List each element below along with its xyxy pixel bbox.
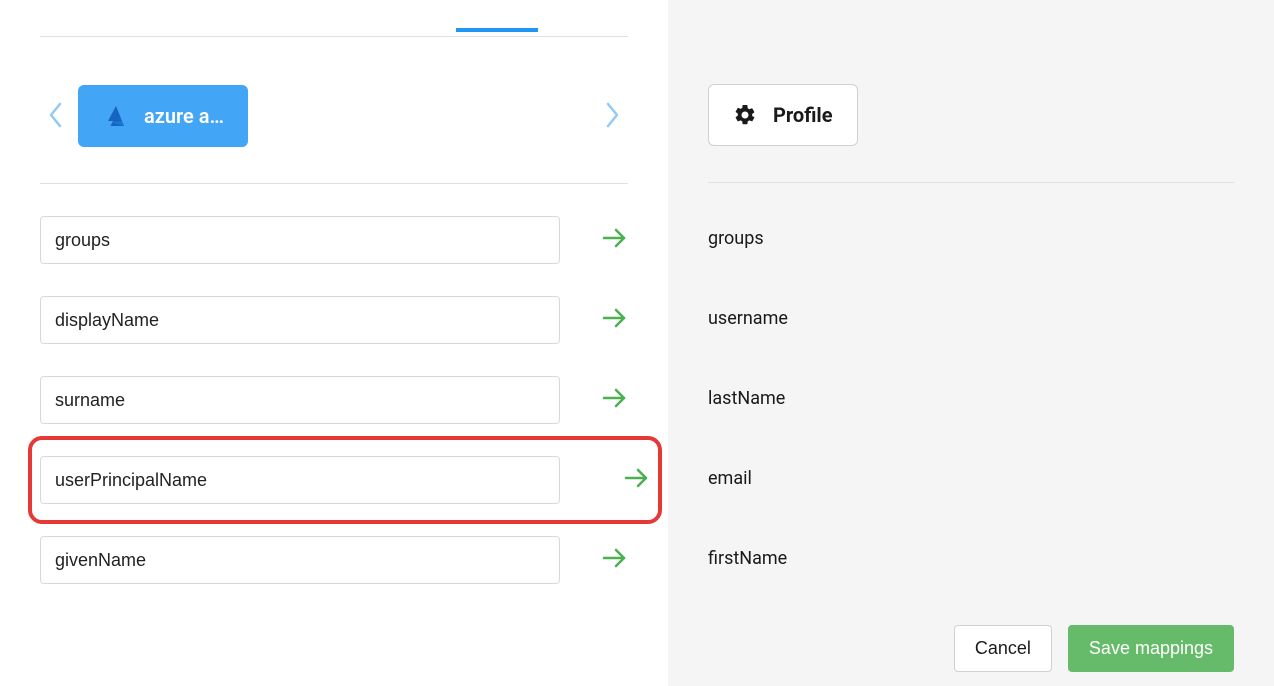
- target-field-label: username: [708, 295, 788, 343]
- target-field-row: firstName: [708, 535, 1234, 583]
- target-field-label: firstName: [708, 535, 787, 583]
- mapping-row: [40, 296, 628, 344]
- arrow-right-icon: [602, 307, 628, 333]
- mapping-row-highlighted: [32, 440, 658, 520]
- target-label: Profile: [773, 103, 833, 127]
- source-chip[interactable]: azure a…: [78, 85, 248, 147]
- chevron-right-icon: [606, 116, 620, 131]
- source-field-input[interactable]: [40, 456, 560, 504]
- source-field-input[interactable]: [40, 216, 560, 264]
- source-field-input[interactable]: [40, 296, 560, 344]
- save-mappings-button[interactable]: Save mappings: [1068, 625, 1234, 672]
- source-field-input[interactable]: [40, 536, 560, 584]
- azure-icon: [102, 103, 128, 129]
- prev-source-button[interactable]: [40, 94, 70, 139]
- source-fields-list: [40, 184, 628, 584]
- source-field-input[interactable]: [40, 376, 560, 424]
- arrow-right-icon: [602, 547, 628, 573]
- source-header-row: azure a…: [40, 37, 628, 184]
- source-label: azure a…: [144, 104, 224, 128]
- mapping-row: [40, 376, 628, 424]
- target-field-row: username: [708, 295, 1234, 343]
- arrow-right-icon: [624, 467, 650, 493]
- target-field-row: email: [708, 455, 1234, 503]
- arrow-right-icon: [602, 387, 628, 413]
- mapping-row: [40, 536, 628, 584]
- target-header-row: Profile: [708, 36, 1234, 183]
- target-panel: Profile groups username lastName email f…: [668, 0, 1274, 686]
- target-field-row: groups: [708, 215, 1234, 263]
- next-source-button[interactable]: [598, 94, 628, 139]
- target-field-row: lastName: [708, 375, 1234, 423]
- chevron-left-icon: [48, 116, 62, 131]
- cancel-button[interactable]: Cancel: [954, 625, 1052, 672]
- target-field-label: lastName: [708, 375, 785, 423]
- source-panel: azure a…: [0, 0, 668, 686]
- gear-icon: [733, 103, 757, 127]
- mapping-container: azure a…: [0, 0, 1274, 686]
- profile-chip[interactable]: Profile: [708, 84, 858, 146]
- active-tab-indicator: [456, 28, 538, 32]
- target-field-label: email: [708, 455, 752, 503]
- arrow-right-icon: [602, 227, 628, 253]
- mapping-row: [40, 216, 628, 264]
- target-fields-list: groups username lastName email firstName: [708, 183, 1234, 583]
- target-field-label: groups: [708, 215, 764, 263]
- footer-actions: Cancel Save mappings: [954, 625, 1234, 672]
